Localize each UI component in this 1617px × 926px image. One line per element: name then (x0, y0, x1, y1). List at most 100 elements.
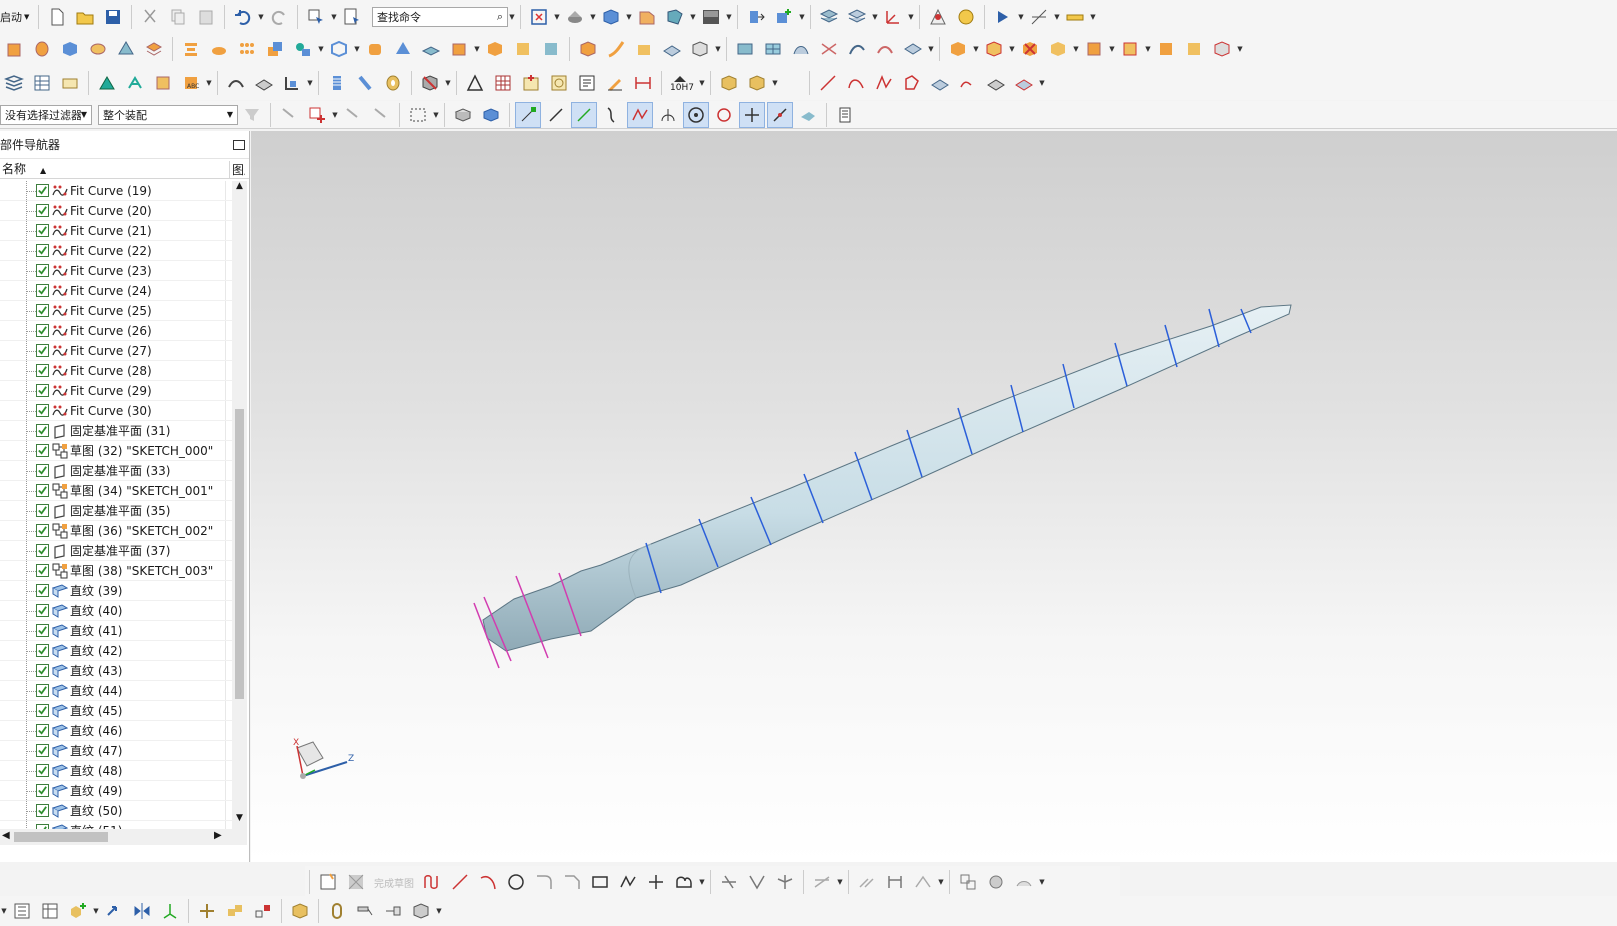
offset-surface-icon[interactable] (900, 36, 926, 62)
feature-op-dropdown-icon[interactable]: ▼ (205, 70, 213, 96)
fit-tolerance-dropdown-icon[interactable]: ▼ (698, 70, 706, 96)
select-feature-icon[interactable] (276, 102, 302, 128)
visibility-checkbox[interactable] (36, 744, 49, 757)
visibility-checkbox[interactable] (36, 464, 49, 477)
mirror-body-icon[interactable] (575, 36, 601, 62)
tree-row[interactable]: 草图 (32) "SKETCH_000" (0, 441, 232, 461)
move-to-layer-icon[interactable] (844, 4, 870, 30)
unite-icon[interactable] (262, 36, 288, 62)
intersection-curve-icon[interactable] (1011, 70, 1037, 96)
wave-dropdown-icon[interactable]: ▼ (1008, 36, 1016, 62)
visibility-checkbox[interactable] (36, 284, 49, 297)
visibility-checkbox[interactable] (36, 484, 49, 497)
product-interface-icon[interactable] (408, 898, 434, 924)
table-icon[interactable] (29, 70, 55, 96)
copy-icon[interactable] (165, 4, 191, 30)
studio-spline-icon[interactable] (871, 70, 897, 96)
quick-trim-icon[interactable] (716, 869, 742, 895)
cone-icon[interactable] (113, 36, 139, 62)
tree-row[interactable]: 直纹 (49) (0, 781, 232, 801)
tree-row[interactable]: 固定基准平面 (33) (0, 461, 232, 481)
auto-constraint-icon[interactable] (910, 869, 936, 895)
offset-dropdown-icon[interactable]: ▼ (473, 36, 481, 62)
scroll-up-arrow[interactable]: ▲ (232, 181, 247, 197)
new-file-icon[interactable] (44, 4, 70, 30)
rectangle-select-dropdown-icon[interactable]: ▼ (432, 102, 440, 128)
play-icon[interactable] (990, 4, 1016, 30)
snap-endpoint-icon[interactable] (515, 101, 541, 128)
tree-row[interactable]: 固定基准平面 (31) (0, 421, 232, 441)
fit-dropdown-icon[interactable]: ▼ (553, 4, 561, 30)
snap-point-on-curve-icon[interactable] (767, 101, 793, 128)
cylinder-icon[interactable] (85, 36, 111, 62)
pull-face-icon[interactable] (1181, 36, 1207, 62)
fit-tolerance-icon[interactable]: 10H7 (667, 70, 697, 96)
hole-icon[interactable] (178, 36, 204, 62)
revolve-icon[interactable] (29, 36, 55, 62)
visibility-checkbox[interactable] (36, 324, 49, 337)
snap-midpoint-icon[interactable] (543, 102, 569, 128)
wave-linker-icon[interactable] (194, 898, 220, 924)
clearance-analysis-icon[interactable] (222, 898, 248, 924)
layer-dropdown-icon[interactable]: ▼ (871, 4, 879, 30)
measure-dropdown-icon[interactable]: ▼ (1053, 4, 1061, 30)
relations-browser-icon[interactable] (983, 869, 1009, 895)
tree-row[interactable]: Fit Curve (20) (0, 201, 232, 221)
sheet-icon[interactable] (659, 36, 685, 62)
snap-existing-point-icon[interactable] (739, 101, 765, 128)
visibility-checkbox[interactable] (36, 584, 49, 597)
alternate-dropdown-icon[interactable]: ▼ (1038, 869, 1046, 895)
blade-surface[interactable] (482, 304, 1292, 652)
visibility-checkbox[interactable] (36, 384, 49, 397)
extract-geometry-icon[interactable] (603, 36, 629, 62)
curve-on-surface-icon[interactable] (927, 70, 953, 96)
alternate-solution-icon[interactable] (1011, 869, 1037, 895)
add-component-icon[interactable] (771, 4, 797, 30)
visibility-checkbox[interactable] (36, 204, 49, 217)
chamfer-icon[interactable] (390, 36, 416, 62)
tree-row[interactable]: Fit Curve (24) (0, 281, 232, 301)
view-section-icon[interactable] (662, 4, 688, 30)
tree-row[interactable]: 直纹 (47) (0, 741, 232, 761)
assembly-1-icon[interactable] (716, 70, 742, 96)
tree-row[interactable]: Fit Curve (30) (0, 401, 232, 421)
resize-icon[interactable] (1117, 36, 1143, 62)
constraints-dropdown-icon[interactable]: ▼ (972, 36, 980, 62)
sketch-point-icon[interactable] (643, 869, 669, 895)
edge-blend-icon[interactable] (362, 36, 388, 62)
wave-geometry-icon[interactable] (981, 36, 1007, 62)
sketch-fillet-icon[interactable] (531, 869, 557, 895)
fit-view-icon[interactable] (526, 4, 552, 30)
sketch-spline-icon[interactable] (615, 869, 641, 895)
note-icon[interactable] (57, 70, 83, 96)
tree-row[interactable]: Fit Curve (28) (0, 361, 232, 381)
background-dropdown-icon[interactable]: ▼ (725, 4, 733, 30)
snap-arc-center-icon[interactable] (627, 101, 653, 128)
visibility-checkbox[interactable] (36, 664, 49, 677)
routing-icon[interactable] (324, 898, 350, 924)
selection-icon[interactable] (303, 4, 329, 30)
more-sync-icon[interactable] (1209, 36, 1235, 62)
visibility-checkbox[interactable] (36, 624, 49, 637)
wcs-dropdown-icon[interactable]: ▼ (907, 4, 915, 30)
sketch-offset-dropdown-icon[interactable]: ▼ (698, 869, 706, 895)
component-table-icon[interactable] (37, 898, 63, 924)
undo-icon[interactable] (230, 4, 256, 30)
extrude-icon[interactable] (1, 36, 27, 62)
sequence-icon[interactable] (250, 898, 276, 924)
tree-row[interactable]: 直纹 (44) (0, 681, 232, 701)
tree-row[interactable]: 直纹 (41) (0, 621, 232, 641)
tree-row[interactable]: Fit Curve (29) (0, 381, 232, 401)
tree-row[interactable]: 直纹 (39) (0, 581, 232, 601)
text-box-icon[interactable] (574, 70, 600, 96)
visibility-checkbox[interactable] (36, 644, 49, 657)
sketch-circle-icon[interactable] (503, 869, 529, 895)
sketch-constraint-icon[interactable] (809, 869, 835, 895)
sketch-rectangle-icon[interactable] (587, 869, 613, 895)
trim-dropdown-icon[interactable]: ▼ (444, 70, 452, 96)
surface-dropdown-icon[interactable]: ▼ (927, 36, 935, 62)
trim-body-icon[interactable] (482, 36, 508, 62)
edit-text-icon[interactable] (602, 70, 628, 96)
tree-row[interactable]: 直纹 (40) (0, 601, 232, 621)
show-constraints-icon[interactable] (955, 869, 981, 895)
